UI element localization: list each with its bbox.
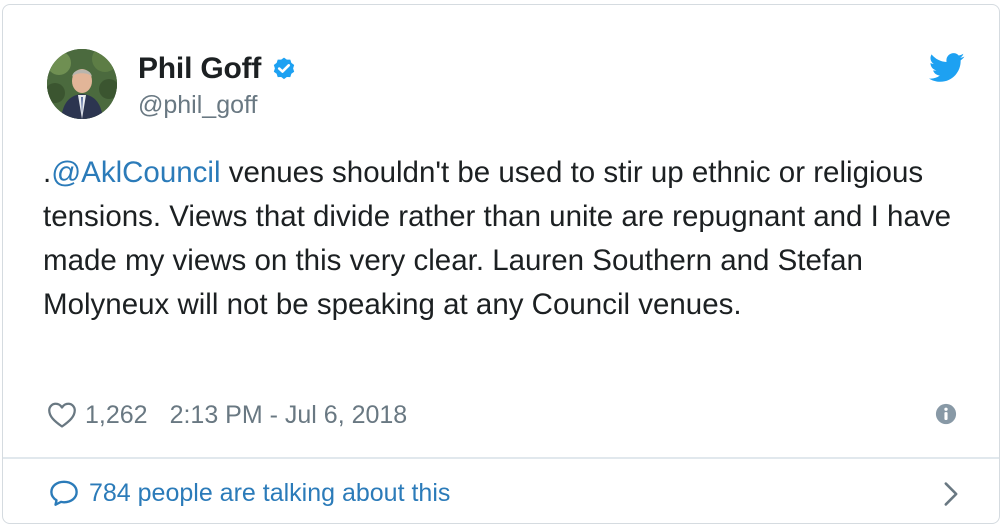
chevron-right-icon[interactable] [943, 481, 959, 507]
embedded-tweet-card: Phil Goff @phil_goff .@AklCouncil venues… [2, 4, 1000, 524]
heart-icon[interactable] [47, 401, 77, 429]
tweet-timestamp[interactable]: 2:13 PM - Jul 6, 2018 [170, 401, 408, 430]
author-handle[interactable]: @phil_goff [138, 91, 297, 120]
verified-badge-icon [274, 57, 295, 80]
author-name[interactable]: Phil Goff [138, 52, 261, 86]
author-block: Phil Goff @phil_goff [138, 49, 297, 120]
like-count[interactable]: 1,262 [85, 401, 148, 430]
twitter-bird-icon[interactable] [929, 53, 965, 83]
conversation-footer[interactable]: 784 people are talking about this [49, 473, 961, 513]
avatar[interactable] [47, 49, 117, 119]
info-icon[interactable] [935, 403, 957, 425]
tweet-text-prefix: . [43, 156, 52, 189]
footer-divider [3, 457, 999, 459]
tweet-meta-row: 1,262 2:13 PM - Jul 6, 2018 [47, 395, 959, 435]
mention-link[interactable]: @AklCouncil [51, 156, 220, 189]
author-name-row: Phil Goff [138, 49, 297, 89]
tweet-text: .@AklCouncil venues shouldn't be used to… [43, 151, 963, 327]
avatar-photo [47, 49, 117, 119]
speech-bubble-icon [50, 480, 78, 506]
tweet-header: Phil Goff @phil_goff [43, 45, 965, 125]
conversation-link[interactable]: 784 people are talking about this [89, 479, 450, 508]
